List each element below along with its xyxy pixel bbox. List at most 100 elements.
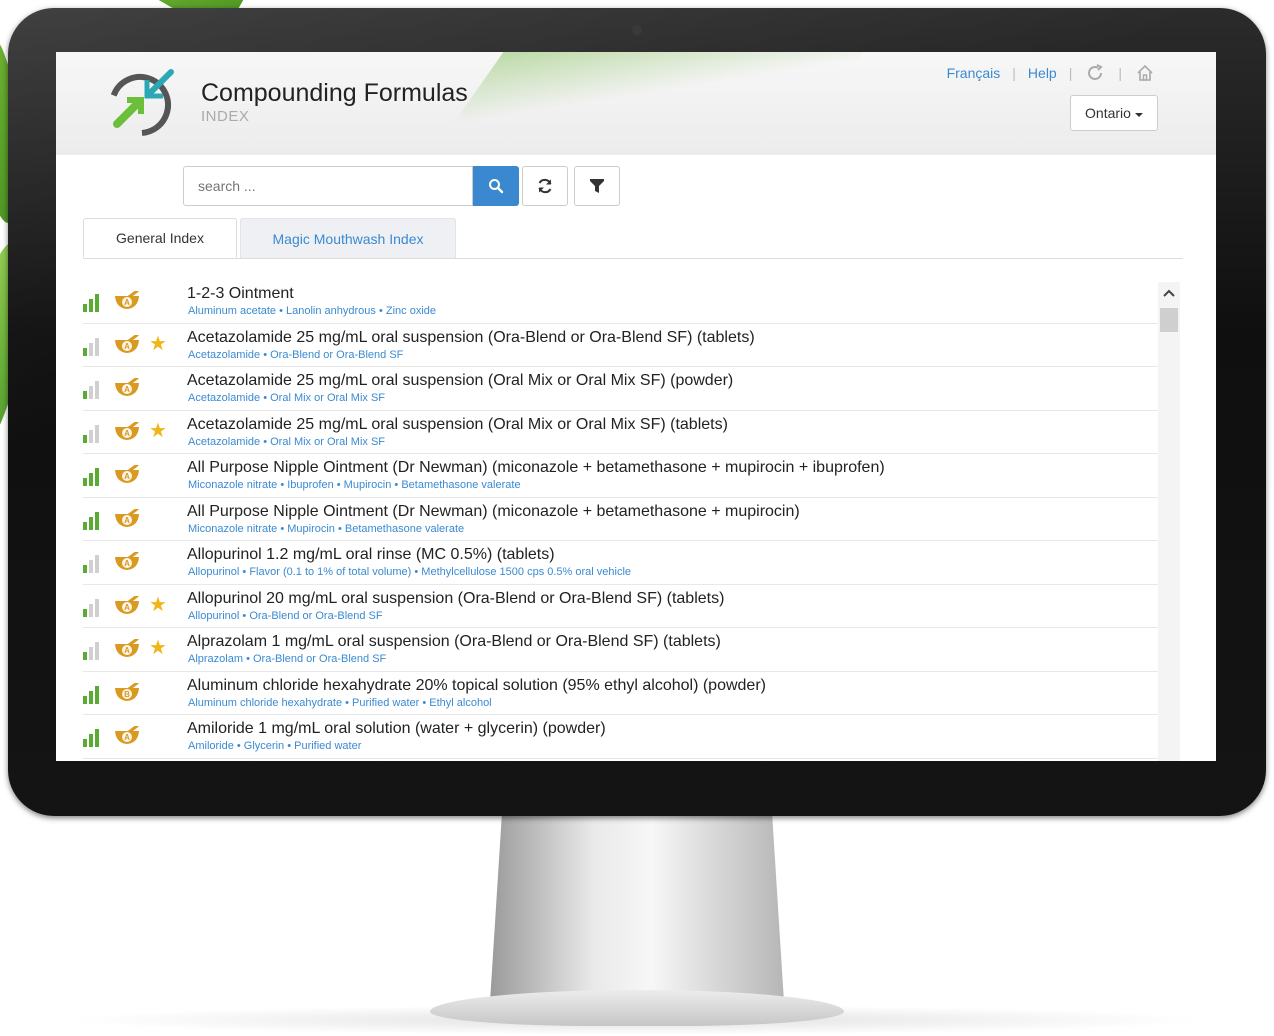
formula-row[interactable]: AAmiloride 1 mg/mL oral solution preserv… [83, 759, 1158, 762]
star-icon[interactable]: ★ [149, 595, 167, 615]
link-separator: | [1068, 65, 1073, 81]
chevron-up-icon[interactable] [1158, 282, 1180, 304]
filter-icon [590, 179, 604, 193]
svg-text:A: A [124, 429, 130, 438]
link-separator: | [1012, 65, 1016, 81]
formula-title[interactable]: 1-2-3 Ointment [187, 285, 294, 303]
formula-ingredients[interactable]: Acetazolamide • Ora-Blend or Ora-Blend S… [188, 349, 403, 361]
formula-row[interactable]: A ★ Alprazolam 1 mg/mL oral suspension (Or… [83, 628, 1158, 672]
mortar-pestle-icon: B [115, 682, 139, 701]
search-icon [489, 179, 504, 194]
mortar-pestle-icon: A [115, 291, 139, 309]
mortar-pestle-icon: A [115, 334, 139, 353]
mortar-pestle-icon: A [115, 465, 139, 483]
mortar-pestle-icon: A [115, 508, 139, 527]
refresh-button[interactable] [522, 166, 568, 206]
top-links: Français | Help | | [947, 62, 1156, 84]
formula-title[interactable]: Allopurinol 1.2 mg/mL oral rinse (MC 0.5… [187, 546, 555, 564]
formula-title[interactable]: Aluminum chloride hexahydrate 20% topica… [187, 677, 766, 695]
home-icon[interactable] [1134, 62, 1156, 84]
tab-general-index[interactable]: General Index [83, 218, 237, 258]
mortar-pestle-icon: A [115, 595, 139, 614]
app-title: Compounding Formulas [201, 79, 468, 107]
formula-ingredients[interactable]: Alprazolam • Ora-Blend or Ora-Blend SF [188, 653, 386, 665]
index-tabs: General Index Magic Mouthwash Index [83, 218, 1183, 259]
app-screen: Compounding Formulas INDEX Français | He… [56, 52, 1216, 761]
star-icon[interactable]: ★ [149, 638, 167, 658]
header-swoosh [454, 52, 878, 122]
formula-row[interactable]: A ★ Acetazolamide 25 mg/mL oral suspension… [83, 324, 1158, 367]
formula-title[interactable]: Alprazolam 1 mg/mL oral suspension (Ora-… [187, 633, 721, 651]
signal-bars-icon [83, 466, 103, 486]
formula-title[interactable]: All Purpose Nipple Ointment (Dr Newman) … [187, 459, 885, 477]
search-button[interactable] [473, 166, 519, 206]
star-icon[interactable]: ★ [149, 421, 167, 441]
svg-text:A: A [124, 342, 130, 351]
monitor-stand-base [430, 990, 844, 1026]
logo-icon [109, 69, 174, 136]
formula-ingredients[interactable]: Miconazole nitrate • Ibuprofen • Mupiroc… [188, 479, 521, 491]
webcam-icon [632, 25, 642, 35]
formula-row[interactable]: A Allopurinol 1.2 mg/mL oral rinse (MC 0.… [83, 541, 1158, 585]
scroll-thumb[interactable] [1160, 308, 1178, 332]
language-link[interactable]: Français [947, 65, 1001, 81]
list-scrollbar[interactable] [1158, 282, 1180, 761]
formula-ingredients[interactable]: Allopurinol • Flavor (0.1 to 1% of total… [188, 566, 631, 578]
mortar-pestle-icon: A [115, 421, 139, 440]
help-link[interactable]: Help [1028, 65, 1057, 81]
formula-title[interactable]: Acetazolamide 25 mg/mL oral suspension (… [187, 372, 733, 390]
formula-title[interactable]: Allopurinol 20 mg/mL oral suspension (Or… [187, 590, 724, 608]
mortar-pestle-icon: A [115, 378, 139, 396]
tab-magic-mouthwash-index[interactable]: Magic Mouthwash Index [240, 218, 456, 258]
formula-title[interactable]: Amiloride 1 mg/mL oral solution (water +… [187, 720, 606, 738]
formula-row[interactable]: A Acetazolamide 25 mg/mL oral suspension … [83, 367, 1158, 411]
formula-ingredients[interactable]: Amiloride • Glycerin • Purified water [188, 740, 361, 752]
formula-row[interactable]: A All Purpose Nipple Ointment (Dr Newman)… [83, 498, 1158, 541]
svg-text:A: A [124, 559, 130, 568]
formula-ingredients[interactable]: Aluminum chloride hexahydrate • Purified… [188, 697, 492, 709]
signal-bars-icon [83, 510, 103, 530]
formula-ingredients[interactable]: Acetazolamide • Oral Mix or Oral Mix SF [188, 392, 385, 404]
caret-down-icon [1134, 112, 1143, 117]
monitor-stand-neck [490, 816, 784, 1002]
signal-bars-icon [83, 292, 103, 312]
formula-row[interactable]: A Amiloride 1 mg/mL oral solution (water … [83, 715, 1158, 759]
search-input[interactable] [183, 166, 473, 206]
link-separator: | [1118, 65, 1122, 81]
formula-title[interactable]: Acetazolamide 25 mg/mL oral suspension (… [187, 416, 728, 434]
svg-text:B: B [124, 690, 130, 699]
star-icon[interactable]: ★ [149, 334, 167, 354]
signal-bars-icon [83, 684, 103, 704]
refresh-icon [538, 178, 552, 194]
formula-ingredients[interactable]: Acetazolamide • Oral Mix or Oral Mix SF [188, 436, 385, 448]
svg-text:A: A [124, 646, 130, 655]
signal-bars-icon [83, 423, 103, 443]
formula-ingredients[interactable]: Allopurinol • Ora-Blend or Ora-Blend SF [188, 610, 383, 622]
formula-ingredients[interactable]: Aluminum acetate • Lanolin anhydrous • Z… [188, 305, 436, 317]
mortar-pestle-icon: A [115, 639, 139, 657]
mortar-pestle-icon: A [115, 726, 139, 744]
reload-icon[interactable] [1084, 62, 1106, 84]
region-label: Ontario [1085, 105, 1131, 121]
signal-bars-icon [83, 640, 103, 660]
app-header: Compounding Formulas INDEX Français | He… [56, 52, 1216, 155]
formula-title[interactable]: All Purpose Nipple Ointment (Dr Newman) … [187, 503, 800, 521]
formula-row[interactable]: A ★ Allopurinol 20 mg/mL oral suspension (… [83, 585, 1158, 628]
svg-text:A: A [124, 472, 130, 481]
region-dropdown[interactable]: Ontario [1070, 95, 1158, 131]
formula-list: A 1-2-3 Ointment Aluminum acetate • Lanoli… [83, 280, 1158, 761]
signal-bars-icon [83, 336, 103, 356]
formula-row[interactable]: B Aluminum chloride hexahydrate 20% topic… [83, 672, 1158, 715]
signal-bars-icon [83, 553, 103, 573]
formula-row[interactable]: A ★ Acetazolamide 25 mg/mL oral suspension… [83, 411, 1158, 454]
formula-ingredients[interactable]: Miconazole nitrate • Mupirocin • Betamet… [188, 523, 464, 535]
filter-button[interactable] [574, 166, 620, 206]
formula-row[interactable]: A All Purpose Nipple Ointment (Dr Newman)… [83, 454, 1158, 498]
formula-title[interactable]: Acetazolamide 25 mg/mL oral suspension (… [187, 329, 755, 347]
app-subtitle: INDEX [201, 108, 250, 125]
svg-text:A: A [124, 298, 130, 307]
mortar-pestle-icon: A [115, 552, 139, 570]
signal-bars-icon [83, 597, 103, 617]
formula-row[interactable]: A 1-2-3 Ointment Aluminum acetate • Lanoli… [83, 280, 1158, 324]
svg-text:A: A [124, 733, 130, 742]
